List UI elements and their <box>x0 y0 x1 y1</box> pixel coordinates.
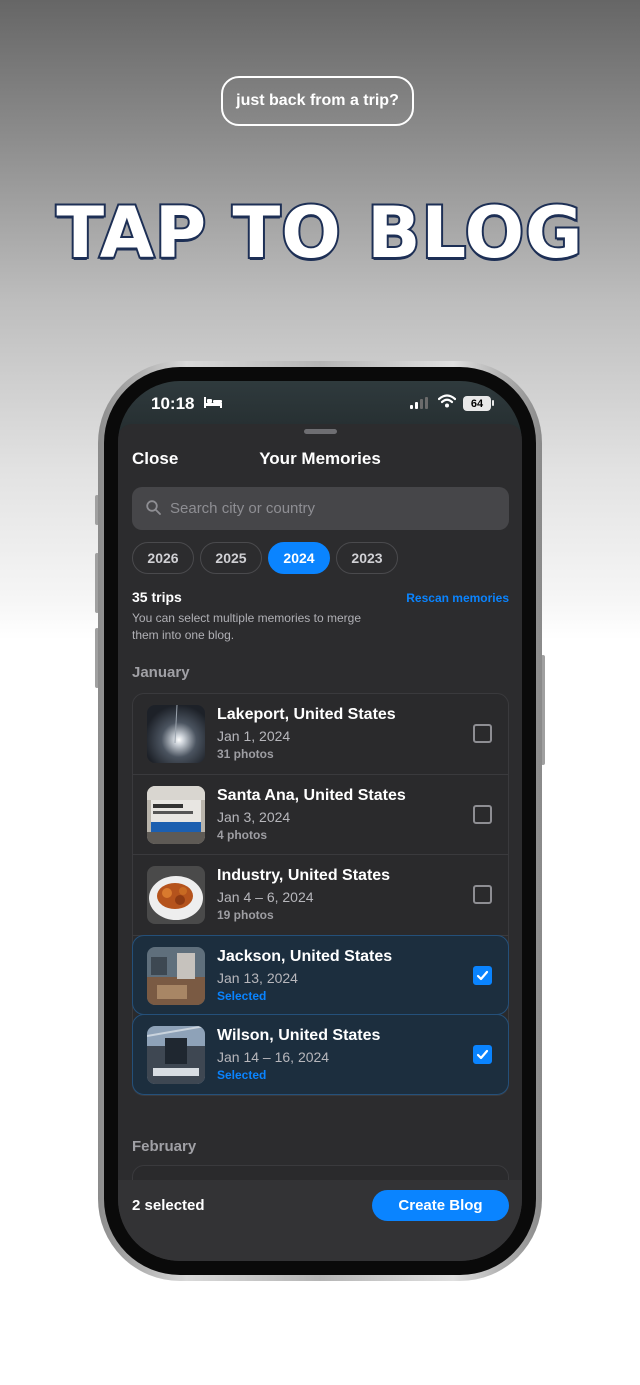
memory-selected-label: Selected <box>217 1068 267 1082</box>
cellular-signal-icon <box>410 397 428 409</box>
month-header-february: February <box>132 1138 197 1155</box>
memory-date: Jan 3, 2024 <box>217 808 291 825</box>
year-chip-2024[interactable]: 2024 <box>268 542 330 574</box>
memory-thumbnail <box>147 866 205 924</box>
merge-hint: You can select multiple memories to merg… <box>132 611 361 642</box>
memory-selected-label: Selected <box>217 988 267 1003</box>
status-bar: 10:18 64 <box>118 381 522 425</box>
memory-row[interactable]: Industry, United States Jan 4 – 6, 2024 … <box>133 855 508 936</box>
memory-thumbnail <box>147 785 205 844</box>
memory-title: Wilson, United States <box>217 1027 381 1044</box>
memory-photo-count: 19 photos <box>217 908 274 922</box>
promo-pill: just back from a trip? <box>221 76 414 126</box>
selected-count: 2 selected <box>132 1197 205 1214</box>
memory-checkbox-checked[interactable] <box>473 1045 492 1064</box>
memory-thumbnail <box>147 946 205 1005</box>
bottom-action-bar: 2 selected Create Blog <box>118 1180 522 1261</box>
checkmark-icon <box>476 970 489 980</box>
create-blog-button[interactable]: Create Blog <box>372 1190 509 1221</box>
memory-thumbnail <box>147 705 205 763</box>
memory-checkbox[interactable] <box>473 804 492 824</box>
memory-row[interactable]: Wilson, United States Jan 14 – 16, 2024 … <box>132 1014 509 1095</box>
memory-date: Jan 1, 2024 <box>217 728 291 744</box>
phone-screen: 10:18 64 Your Memories Close Search city… <box>118 381 522 1261</box>
search-input[interactable] <box>170 487 490 530</box>
memory-row[interactable]: Lakeport, United States Jan 1, 2024 31 p… <box>133 694 508 775</box>
memories-sheet: Your Memories Close 2026 2025 2024 2023 … <box>118 424 522 1261</box>
memory-title: Santa Ana, United States <box>217 786 406 804</box>
close-button[interactable]: Close <box>132 449 178 469</box>
memory-row[interactable]: Jackson, United States Jan 13, 2024 Sele… <box>132 934 509 1015</box>
sleep-focus-icon <box>204 397 222 408</box>
status-time: 10:18 <box>151 394 195 413</box>
checkmark-icon <box>476 1049 489 1060</box>
memory-date: Jan 4 – 6, 2024 <box>217 889 314 905</box>
year-chip-2025[interactable]: 2025 <box>200 542 262 574</box>
month-header-january: January <box>132 664 190 681</box>
year-filter: 2026 2025 2024 2023 <box>132 542 398 574</box>
memory-row[interactable]: Santa Ana, United States Jan 3, 2024 4 p… <box>133 775 508 855</box>
search-icon <box>146 500 161 515</box>
wifi-icon <box>438 394 456 408</box>
memory-checkbox-checked[interactable] <box>473 965 492 985</box>
memory-photo-count: 31 photos <box>217 747 274 761</box>
memory-checkbox[interactable] <box>473 724 492 743</box>
sheet-title: Your Memories <box>259 449 381 468</box>
battery-icon: 64 <box>463 396 491 411</box>
memory-thumbnail <box>147 1026 205 1084</box>
year-chip-2023[interactable]: 2023 <box>336 542 398 574</box>
search-bar[interactable] <box>132 487 509 530</box>
promo-headline: TAP TO BLOG <box>54 190 584 276</box>
memory-title: Industry, United States <box>217 867 391 884</box>
memory-title: Jackson, United States <box>217 947 393 965</box>
year-chip-2026[interactable]: 2026 <box>132 542 194 574</box>
battery-tip <box>492 400 494 406</box>
memory-checkbox[interactable] <box>473 885 492 904</box>
memory-title: Lakeport, United States <box>217 706 396 723</box>
memory-date: Jan 13, 2024 <box>217 969 298 986</box>
sheet-grabber[interactable] <box>304 429 337 434</box>
memory-photo-count: 4 photos <box>217 827 267 842</box>
memory-list: Lakeport, United States Jan 1, 2024 31 p… <box>132 693 509 1096</box>
trip-count: 35 trips <box>132 589 182 605</box>
memory-date: Jan 14 – 16, 2024 <box>217 1049 330 1065</box>
rescan-memories-link[interactable]: Rescan memories <box>406 591 509 605</box>
